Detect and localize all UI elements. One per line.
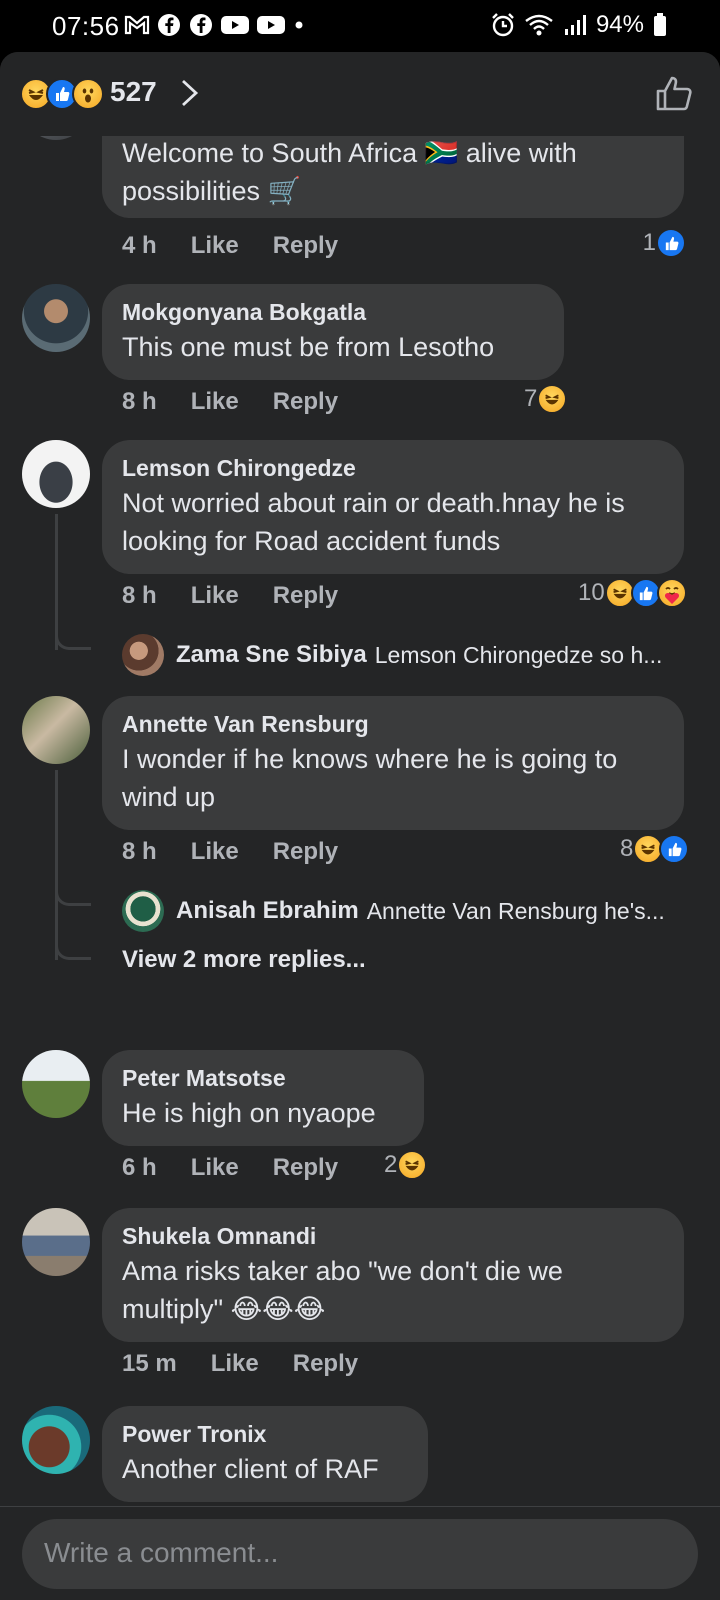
comment-bubble[interactable]: Power Tronix Another client of RAF (102, 1406, 428, 1502)
youtube-icon (220, 12, 250, 38)
like-button-icon[interactable] (654, 74, 694, 114)
reply-button[interactable]: Reply (273, 582, 338, 610)
comment-text: I wonder if he knows where he is going t… (122, 744, 618, 812)
comment-time: 8 h (122, 388, 157, 415)
avatar[interactable] (22, 1050, 90, 1118)
like-button[interactable]: Like (191, 838, 239, 866)
reply-preview[interactable]: Zama Sne Sibiya Lemson Chirongedze so h.… (122, 634, 662, 676)
comment-reactions[interactable]: 7 (524, 384, 568, 414)
comment-time: 4 h (122, 232, 157, 259)
comment-author[interactable]: Peter Matsotse (122, 1062, 404, 1094)
reply-author[interactable]: Zama Sne Sibiya (176, 641, 367, 669)
reply-button[interactable]: Reply (273, 232, 338, 260)
like-button[interactable]: Like (191, 388, 239, 416)
youtube-icon (256, 12, 286, 38)
gmail-icon (124, 12, 150, 38)
reply-button[interactable]: Reply (273, 838, 338, 866)
comment-composer: Write a comment... (0, 1506, 720, 1600)
comment-author[interactable]: Power Tronix (122, 1418, 408, 1450)
comment-text: He is high on nyaope (122, 1098, 376, 1128)
comment-reactions[interactable]: 1 (643, 228, 686, 258)
reply-button[interactable]: Reply (293, 1350, 358, 1378)
wow-reaction-icon (72, 78, 104, 110)
like-button[interactable]: Like (191, 232, 239, 260)
laugh-reaction-icon (397, 1150, 428, 1180)
comment-bubble[interactable]: Annette Van Rensburg I wonder if he know… (102, 696, 684, 830)
comment-author[interactable]: Shukela Omnandi (122, 1220, 664, 1252)
comment-bubble[interactable]: Lemson Chirongedze Not worried about rai… (102, 440, 684, 574)
avatar[interactable] (22, 1208, 90, 1276)
reaction-summary[interactable] (20, 78, 104, 110)
comment-time: 8 h (122, 838, 157, 865)
comment-time: 15 m (122, 1350, 177, 1377)
avatar[interactable] (22, 136, 90, 140)
comment-bubble[interactable]: Peter Matsotse He is high on nyaope (102, 1050, 424, 1146)
like-button[interactable]: Like (191, 582, 239, 610)
reply-button[interactable]: Reply (273, 1154, 338, 1182)
comment-text: This one must be from Lesotho (122, 332, 495, 362)
comment-time: 8 h (122, 582, 157, 609)
reply-author[interactable]: Anisah Ebrahim (176, 897, 359, 925)
comment-reactions[interactable]: 8 (620, 834, 690, 864)
comment-bubble[interactable]: Mokgonyana Bokgatla This one must be fro… (102, 284, 564, 380)
status-bar: 07:56 94% (0, 0, 720, 52)
facebook-icon (156, 12, 182, 38)
laugh-reaction-icon (537, 384, 568, 414)
comment-text: Welcome to South Africa 🇿🇦 alive with po… (122, 138, 577, 206)
comment-bubble[interactable]: Shukela Omnandi Ama risks taker abo "we … (102, 1208, 684, 1342)
reactions-header: 527 (0, 52, 720, 136)
status-time: 07:56 (52, 11, 120, 41)
alarm-icon (490, 12, 516, 38)
reaction-count: 10 (578, 579, 605, 606)
view-more-replies[interactable]: View 2 more replies... (122, 946, 366, 974)
avatar[interactable] (22, 696, 90, 764)
comment-input[interactable]: Write a comment... (22, 1519, 698, 1589)
like-reaction-icon (656, 228, 686, 258)
chevron-right-icon[interactable] (178, 78, 202, 108)
battery-percent: 94% (595, 11, 644, 38)
comment-text: Ama risks taker abo "we don't die we mul… (122, 1256, 563, 1324)
care-reaction-icon (656, 578, 687, 608)
like-button[interactable]: Like (191, 1154, 239, 1182)
battery-icon (652, 12, 668, 38)
signal-icon (562, 12, 588, 38)
avatar[interactable] (122, 890, 164, 932)
comment-time: 6 h (122, 1154, 157, 1181)
comment-reactions[interactable]: 2 (384, 1150, 428, 1180)
comments-panel: 527 Welcome to South Africa 🇿🇦 alive wit… (0, 52, 720, 1600)
comment-author[interactable]: Annette Van Rensburg (122, 708, 664, 740)
wifi-icon (524, 12, 554, 38)
comment-text: Another client of RAF (122, 1454, 379, 1484)
comment-text: Not worried about rain or death.hnay he … (122, 488, 625, 556)
facebook-icon (188, 12, 214, 38)
reply-text: Lemson Chirongedze so h... (374, 641, 663, 668)
avatar[interactable] (122, 634, 164, 676)
avatar[interactable] (22, 440, 90, 508)
reply-preview[interactable]: Anisah Ebrahim Annette Van Rensburg he's… (122, 890, 665, 932)
avatar[interactable] (22, 284, 90, 352)
avatar[interactable] (22, 1406, 90, 1474)
reply-button[interactable]: Reply (273, 388, 338, 416)
reaction-count[interactable]: 527 (110, 76, 157, 108)
like-button[interactable]: Like (211, 1350, 259, 1378)
comment-bubble[interactable]: Welcome to South Africa 🇿🇦 alive with po… (102, 136, 684, 218)
reaction-count: 7 (524, 385, 538, 412)
reply-text: Annette Van Rensburg he's... (366, 897, 665, 924)
comment-list: Welcome to South Africa 🇿🇦 alive with po… (0, 136, 720, 1506)
dot-icon (292, 12, 306, 38)
reaction-count: 8 (620, 835, 634, 862)
reaction-count: 2 (384, 1151, 398, 1178)
comment-author[interactable]: Mokgonyana Bokgatla (122, 296, 544, 328)
comment-author[interactable]: Lemson Chirongedze (122, 452, 664, 484)
comment-reactions[interactable]: 10 (578, 578, 687, 608)
reaction-count: 1 (642, 229, 656, 256)
like-reaction-icon (659, 834, 690, 864)
